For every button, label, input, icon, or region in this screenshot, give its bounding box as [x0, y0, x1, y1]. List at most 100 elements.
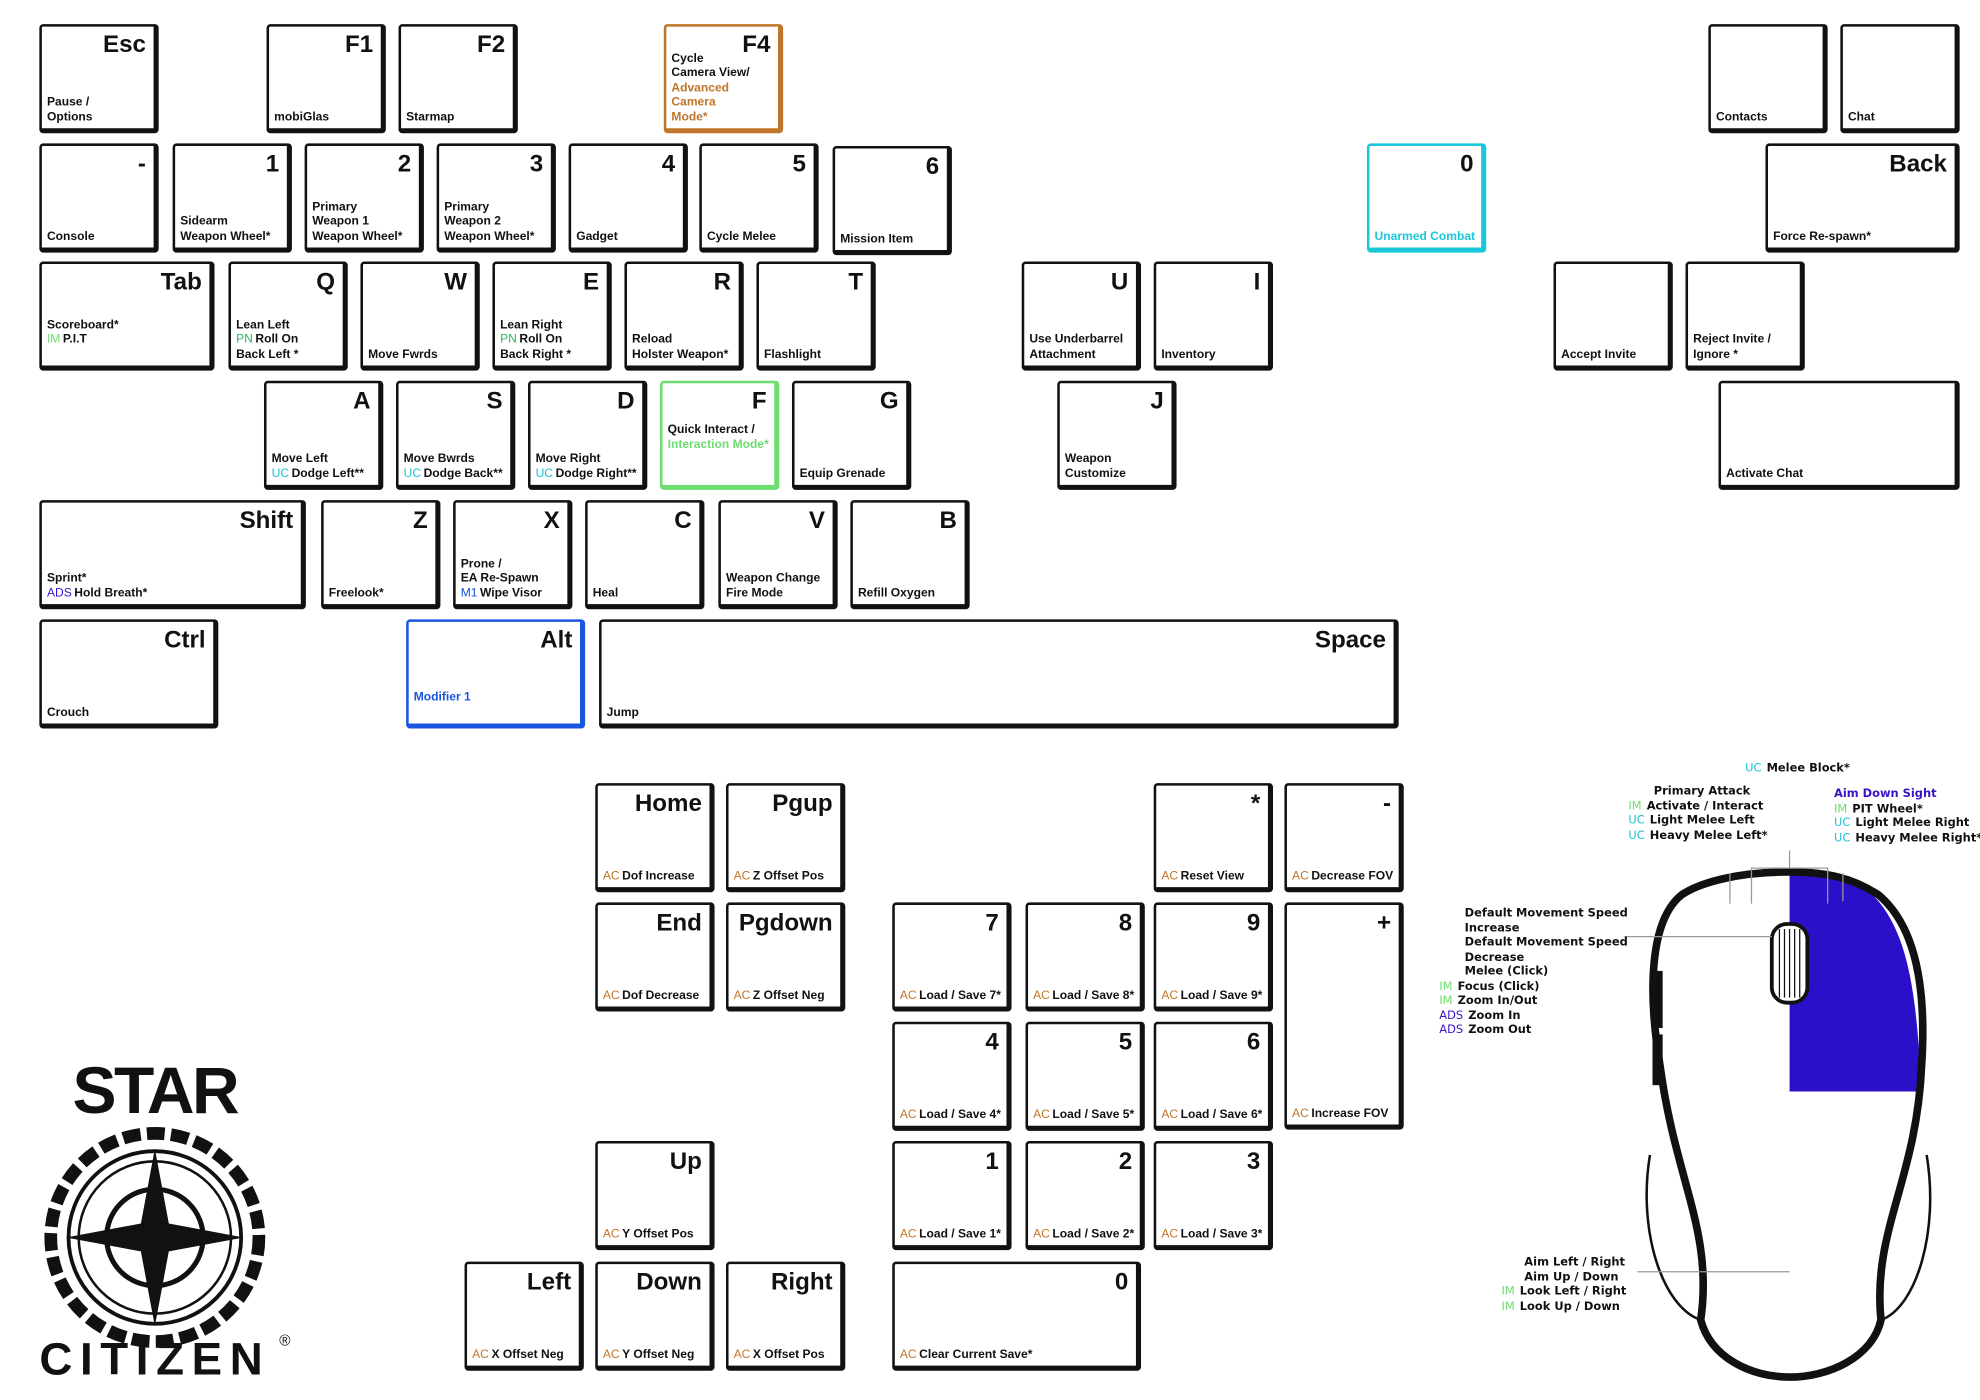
- action-line: Attachment: [1029, 347, 1133, 362]
- action-line: UC Dodge Right**: [536, 466, 640, 481]
- key-contacts[interactable]: Contacts: [1708, 24, 1828, 134]
- key-g[interactable]: G Equip Grenade: [791, 380, 912, 490]
- action-text: Gadget: [576, 229, 618, 244]
- action-text: Flashlight: [764, 347, 822, 362]
- key-actions: Cycle Melee: [707, 229, 811, 244]
- action-line: AC Reset View: [1161, 869, 1265, 884]
- action-text: Dof Decrease: [622, 988, 700, 1003]
- key-np1[interactable]: 1 AC Load / Save 1*: [892, 1141, 1012, 1251]
- action-text: Jump: [606, 705, 639, 720]
- key-np9[interactable]: 9 AC Load / Save 9*: [1153, 902, 1274, 1012]
- key-q[interactable]: Q Lean Left PN Roll On Back Left *: [228, 261, 348, 371]
- key-np-mul[interactable]: * AC Reset View: [1153, 783, 1274, 893]
- action-text: Back Right *: [500, 347, 572, 362]
- key-np5[interactable]: 5 AC Load / Save 5*: [1025, 1021, 1145, 1131]
- key-r[interactable]: R Reload Holster Weapon*: [624, 261, 744, 371]
- action-text: [47, 347, 50, 361]
- action-line: ADS Zoom Out: [1439, 1024, 1627, 1039]
- key-right[interactable]: Right AC X Offset Pos: [725, 1261, 846, 1371]
- key-activate-chat[interactable]: Activate Chat: [1718, 380, 1960, 490]
- key-np3[interactable]: 3 AC Load / Save 3*: [1153, 1141, 1274, 1251]
- key-end[interactable]: End AC Dof Decrease: [595, 902, 715, 1012]
- key-t[interactable]: T Flashlight: [756, 261, 876, 371]
- key-f1[interactable]: F1 mobiGlas: [266, 24, 386, 134]
- key-np8[interactable]: 8 AC Load / Save 8*: [1025, 902, 1145, 1012]
- action-text: Weapon Wheel*: [312, 229, 403, 244]
- key-pgup[interactable]: Pgup AC Z Offset Pos: [725, 783, 846, 893]
- action-line: mobiGlas: [274, 110, 378, 125]
- key-back[interactable]: Back Force Re-spawn*: [1765, 143, 1960, 253]
- key-np-plus[interactable]: + AC Increase FOV: [1284, 902, 1404, 1130]
- key-v[interactable]: V Weapon Change Fire Mode: [718, 500, 838, 610]
- key-f2[interactable]: F2 Starmap: [398, 24, 518, 134]
- key-esc[interactable]: Esc Pause / Options: [39, 24, 159, 134]
- key-w[interactable]: W Move Fwrds: [360, 261, 480, 371]
- key-actions: mobiGlas: [274, 110, 378, 125]
- key-i[interactable]: I Inventory: [1153, 261, 1274, 371]
- key-s[interactable]: S Move Bwrds UC Dodge Back**: [395, 380, 516, 490]
- key-accept[interactable]: Accept Invite: [1553, 261, 1673, 371]
- key-pgdown[interactable]: Pgdown AC Z Offset Neg: [725, 902, 846, 1012]
- key-np0[interactable]: 0 AC Clear Current Save*: [892, 1261, 1142, 1371]
- action-line: Contacts: [1716, 110, 1820, 125]
- mode-prefix: AC: [1292, 1106, 1309, 1121]
- action-text: Weapon: [1064, 451, 1112, 466]
- key-k1[interactable]: 1 Sidearm Weapon Wheel*: [172, 143, 292, 253]
- action-line: Aim Down Sight: [1834, 788, 1980, 803]
- key-j[interactable]: J Weapon Customize: [1057, 380, 1177, 490]
- key-up[interactable]: Up AC Y Offset Pos: [595, 1141, 715, 1251]
- key-space[interactable]: Space Jump: [599, 619, 1399, 729]
- key-left[interactable]: Left AC X Offset Neg: [464, 1261, 584, 1371]
- key-np2[interactable]: 2 AC Load / Save 2*: [1025, 1141, 1145, 1251]
- mode-prefix: ADS: [1439, 1009, 1464, 1023]
- key-alt[interactable]: Alt Modifier 1: [406, 619, 586, 729]
- action-text: Clear Current Save*: [919, 1347, 1033, 1362]
- key-down[interactable]: Down AC Y Offset Neg: [595, 1261, 715, 1371]
- key-k2[interactable]: 2 Primary Weapon 1 Weapon Wheel*: [304, 143, 424, 253]
- key-np7[interactable]: 7 AC Load / Save 7*: [892, 902, 1012, 1012]
- action-text: Reject Invite /: [1693, 332, 1771, 347]
- key-f4[interactable]: F4 Cycle Camera View/Advanced Camera Mode*: [663, 24, 784, 134]
- action-text: Console: [46, 229, 95, 244]
- key-b[interactable]: B Refill Oxygen: [850, 500, 970, 610]
- key-tilde[interactable]: - Console: [39, 143, 159, 253]
- action-line: Fire Mode: [726, 586, 830, 601]
- key-reject[interactable]: Reject Invite / Ignore *: [1685, 261, 1805, 371]
- key-k6[interactable]: 6 Mission Item: [832, 145, 952, 256]
- action-text: Pause /: [46, 95, 90, 110]
- key-k0[interactable]: 0 Unarmed Combat: [1366, 143, 1487, 253]
- key-label: 0: [1114, 1269, 1129, 1296]
- key-np6[interactable]: 6 AC Load / Save 6*: [1153, 1021, 1274, 1131]
- key-k4[interactable]: 4 Gadget: [568, 143, 688, 253]
- key-actions: Console: [47, 229, 151, 244]
- key-u[interactable]: U Use Underbarrel Attachment: [1021, 261, 1142, 371]
- key-np4[interactable]: 4 AC Load / Save 4*: [892, 1021, 1012, 1131]
- key-x[interactable]: X Prone / EA Re-Spawn M1 Wipe Visor: [453, 500, 573, 610]
- key-label: *: [1250, 790, 1261, 818]
- key-ctrl[interactable]: Ctrl Crouch: [39, 619, 219, 729]
- key-z[interactable]: Z Freelook*: [321, 500, 441, 610]
- action-line: Increase: [1439, 922, 1627, 937]
- key-label: 5: [1118, 1029, 1133, 1056]
- key-k3[interactable]: 3 Primary Weapon 2 Weapon Wheel*: [436, 143, 556, 253]
- key-actions: Primary Weapon 1 Weapon Wheel*: [312, 200, 416, 244]
- key-label: Shift: [239, 507, 294, 535]
- key-shift[interactable]: Shift Sprint* ADS Hold Breath*: [39, 500, 306, 610]
- svg-text:®: ®: [279, 1332, 290, 1349]
- key-actions: AC Load / Save 3*: [1161, 1227, 1265, 1242]
- mode-prefix: UC: [535, 466, 554, 481]
- key-chat[interactable]: Chat: [1840, 24, 1960, 134]
- key-np-minus[interactable]: - AC Decrease FOV: [1284, 783, 1404, 893]
- key-tab[interactable]: Tab Scoreboard* IM P.I.T: [39, 261, 215, 371]
- mode-prefix: UC: [1833, 817, 1851, 831]
- key-home[interactable]: Home AC Dof Increase: [595, 783, 715, 893]
- key-f[interactable]: F Quick Interact / Interaction Mode*: [659, 380, 780, 490]
- key-k5[interactable]: 5 Cycle Melee: [699, 143, 819, 253]
- key-d[interactable]: D Move Right UC Dodge Right**: [527, 380, 648, 490]
- mouse-diagram: [1624, 850, 1932, 1381]
- key-e[interactable]: E Lean Right PN Roll On Back Right *: [492, 261, 612, 371]
- key-label: A: [353, 388, 371, 416]
- key-label: F2: [476, 31, 506, 59]
- key-c[interactable]: C Heal: [585, 500, 705, 610]
- key-a[interactable]: A Move Left UC Dodge Left**: [263, 380, 384, 490]
